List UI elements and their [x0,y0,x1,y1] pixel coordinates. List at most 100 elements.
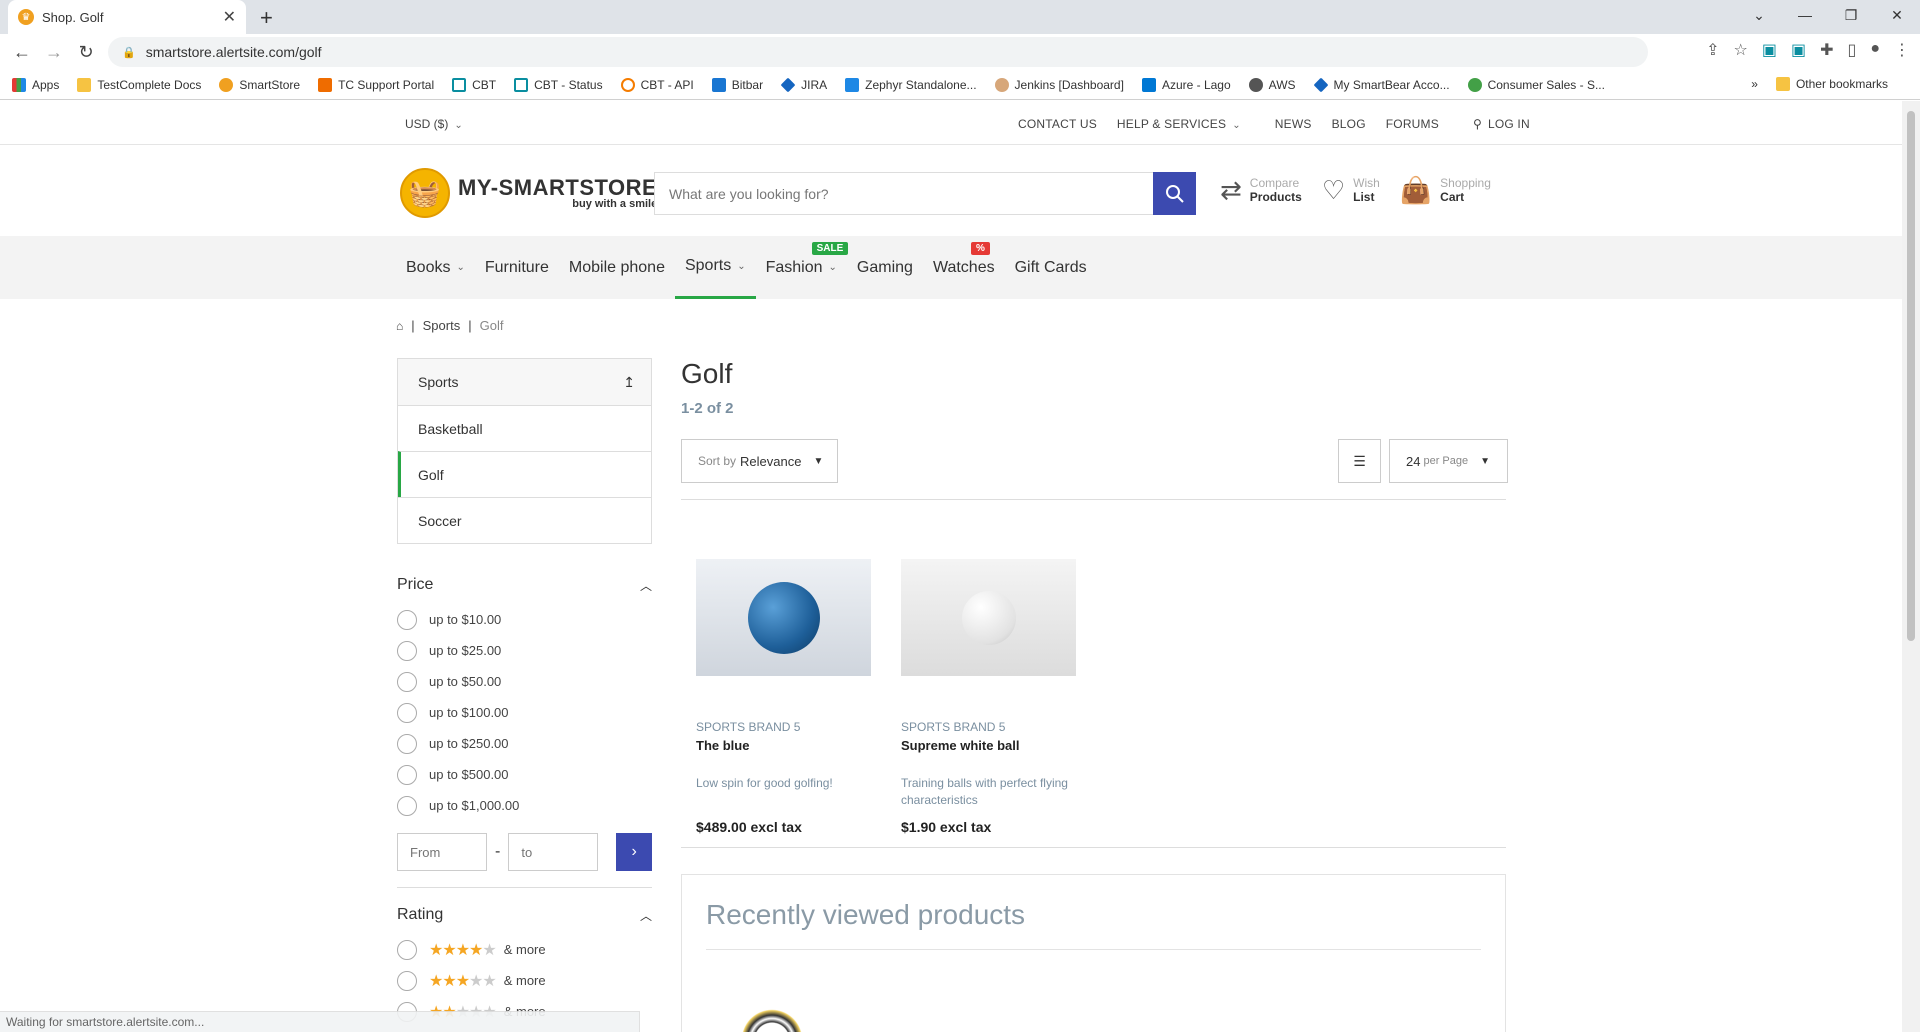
bookmark-item[interactable]: TC Support Portal [318,77,434,92]
nav-item-watches[interactable]: % Watches [923,236,1005,299]
login-link[interactable]: ⚲ LOG IN [1473,117,1530,131]
other-bookmarks[interactable]: Other bookmarks [1775,77,1888,91]
lock-icon[interactable]: 🔒 [122,46,136,59]
bookmark-item[interactable]: SmartStore [219,77,300,92]
forward-icon[interactable]: → [38,42,70,63]
url-text[interactable]: smartstore.alertsite.com/golf [146,44,322,60]
recent-product-thumbnail[interactable] [732,1000,812,1032]
category-parent-sports[interactable]: Sports ↥ [398,359,651,405]
bookmark-apps[interactable]: Apps [12,77,59,92]
back-icon[interactable]: ← [6,42,38,63]
compare-products-link[interactable]: ⇄ Compare Products [1220,175,1302,206]
price-to-input[interactable] [508,833,599,871]
price-option[interactable]: up to $25.00 [397,635,652,666]
new-tab-icon[interactable]: + [260,5,273,31]
close-window-icon[interactable]: ✕ [1874,0,1920,30]
nav-item-fashion[interactable]: SALE Fashion ⌄ [756,236,849,299]
price-option[interactable]: up to $10.00 [397,604,652,635]
help-services-menu[interactable]: HELP & SERVICES ⌄ [1117,117,1241,131]
bookmark-star-icon[interactable]: ☆ [1734,40,1748,60]
blog-link[interactable]: BLOG [1332,117,1366,131]
browser-tab[interactable]: ♛ Shop. Golf ✕ [8,0,246,34]
nav-item-gaming[interactable]: Gaming [847,236,923,299]
extension-icon[interactable]: ▣ [1762,40,1777,60]
shopping-cart-link[interactable]: 👜 Shopping Cart [1400,175,1491,206]
price-from-input[interactable] [397,833,487,871]
radio-button[interactable] [397,970,417,991]
bookmark-item[interactable]: TestComplete Docs [77,77,201,92]
product-brand[interactable]: SPORTS BRAND 5 [696,720,871,734]
radio-button[interactable] [397,795,417,816]
price-facet-header[interactable]: Price ︿ [397,576,652,594]
bookmark-item[interactable]: My SmartBear Acco... [1313,77,1450,92]
share-icon[interactable]: ⇪ [1706,40,1719,60]
currency-selector[interactable]: USD ($) ⌄ [405,117,463,131]
price-option[interactable]: up to $50.00 [397,666,652,697]
category-soccer[interactable]: Soccer [398,497,651,543]
bookmark-item[interactable]: Bitbar [711,77,763,92]
product-image[interactable] [696,559,871,676]
home-icon[interactable]: ⌂ [396,319,403,333]
menu-icon[interactable]: ⋮ [1894,40,1910,60]
rating-option[interactable]: ★★★★★& more [397,965,652,996]
restore-icon[interactable]: ❐ [1828,0,1874,30]
side-panel-icon[interactable]: ▯ [1848,40,1857,60]
rating-facet-header[interactable]: Rating ︿ [397,906,652,924]
price-option[interactable]: up to $250.00 [397,728,652,759]
radio-button[interactable] [397,764,417,785]
product-name[interactable]: The blue [696,738,871,753]
price-option[interactable]: up to $100.00 [397,697,652,728]
wishlist-link[interactable]: ♡ Wish List [1322,175,1380,206]
product-brand[interactable]: SPORTS BRAND 5 [901,720,1076,734]
category-basketball[interactable]: Basketball [398,405,651,451]
nav-item-books[interactable]: Books ⌄ [406,236,475,299]
forums-link[interactable]: FORUMS [1386,117,1439,131]
list-view-toggle[interactable]: ☰ [1338,439,1381,483]
search-input[interactable] [655,173,1153,214]
nav-item-mobile-phone[interactable]: Mobile phone [559,236,675,299]
radio-button[interactable] [397,702,417,723]
radio-button[interactable] [397,733,417,754]
bookmark-item[interactable]: AWS [1248,77,1296,92]
extension-icon[interactable]: ▣ [1791,40,1806,60]
more-bookmarks-icon[interactable]: » [1751,77,1758,91]
reload-icon[interactable]: ↻ [70,42,102,63]
search-button[interactable] [1153,172,1196,215]
radio-button[interactable] [397,640,417,661]
radio-button[interactable] [397,939,417,960]
contact-us-link[interactable]: CONTACT US [1018,117,1097,131]
bookmark-item[interactable]: Zephyr Standalone... [845,77,977,92]
radio-button[interactable] [397,609,417,630]
product-name[interactable]: Supreme white ball [901,738,1076,753]
bookmark-item[interactable]: Azure - Lago [1141,77,1231,92]
sort-dropdown[interactable]: Sort by Relevance ▼ [681,439,838,483]
chevron-up-icon[interactable]: ︿ [640,907,652,924]
chevron-up-icon[interactable]: ︿ [640,577,652,594]
nav-item-gift-cards[interactable]: Gift Cards [1005,236,1097,299]
level-up-icon[interactable]: ↥ [623,374,635,391]
radio-button[interactable] [397,671,417,692]
news-link[interactable]: NEWS [1275,117,1312,131]
product-image[interactable] [901,559,1076,676]
breadcrumb-sports[interactable]: Sports [423,318,461,333]
price-option[interactable]: up to $1,000.00 [397,790,652,821]
per-page-dropdown[interactable]: 24 per Page ▼ [1389,439,1508,483]
category-golf[interactable]: Golf [398,451,651,497]
apply-price-button[interactable]: › [616,833,652,871]
bookmark-item[interactable]: Consumer Sales - S... [1467,77,1605,92]
close-tab-icon[interactable]: ✕ [223,7,236,27]
tab-search-icon[interactable]: ⌄ [1736,0,1782,30]
bookmark-item[interactable]: CBT - API [620,77,694,92]
bookmark-item[interactable]: CBT - Status [514,77,603,92]
bookmark-item[interactable]: CBT [452,77,496,92]
site-logo[interactable]: 🧺 MY-SMARTSTORE buy with a smile [400,168,657,218]
extensions-puzzle-icon[interactable]: ✚ [1820,40,1833,60]
address-bar[interactable]: 🔒 smartstore.alertsite.com/golf [108,37,1648,67]
page-scrollbar[interactable] [1902,101,1920,1032]
bookmark-item[interactable]: Jenkins [Dashboard] [994,77,1124,92]
profile-icon[interactable]: ● [1870,40,1880,60]
rating-option[interactable]: ★★★★★& more [397,934,652,965]
nav-item-furniture[interactable]: Furniture [475,236,559,299]
minimize-icon[interactable]: — [1782,0,1828,30]
nav-item-sports[interactable]: Sports ⌄ [674,236,756,299]
